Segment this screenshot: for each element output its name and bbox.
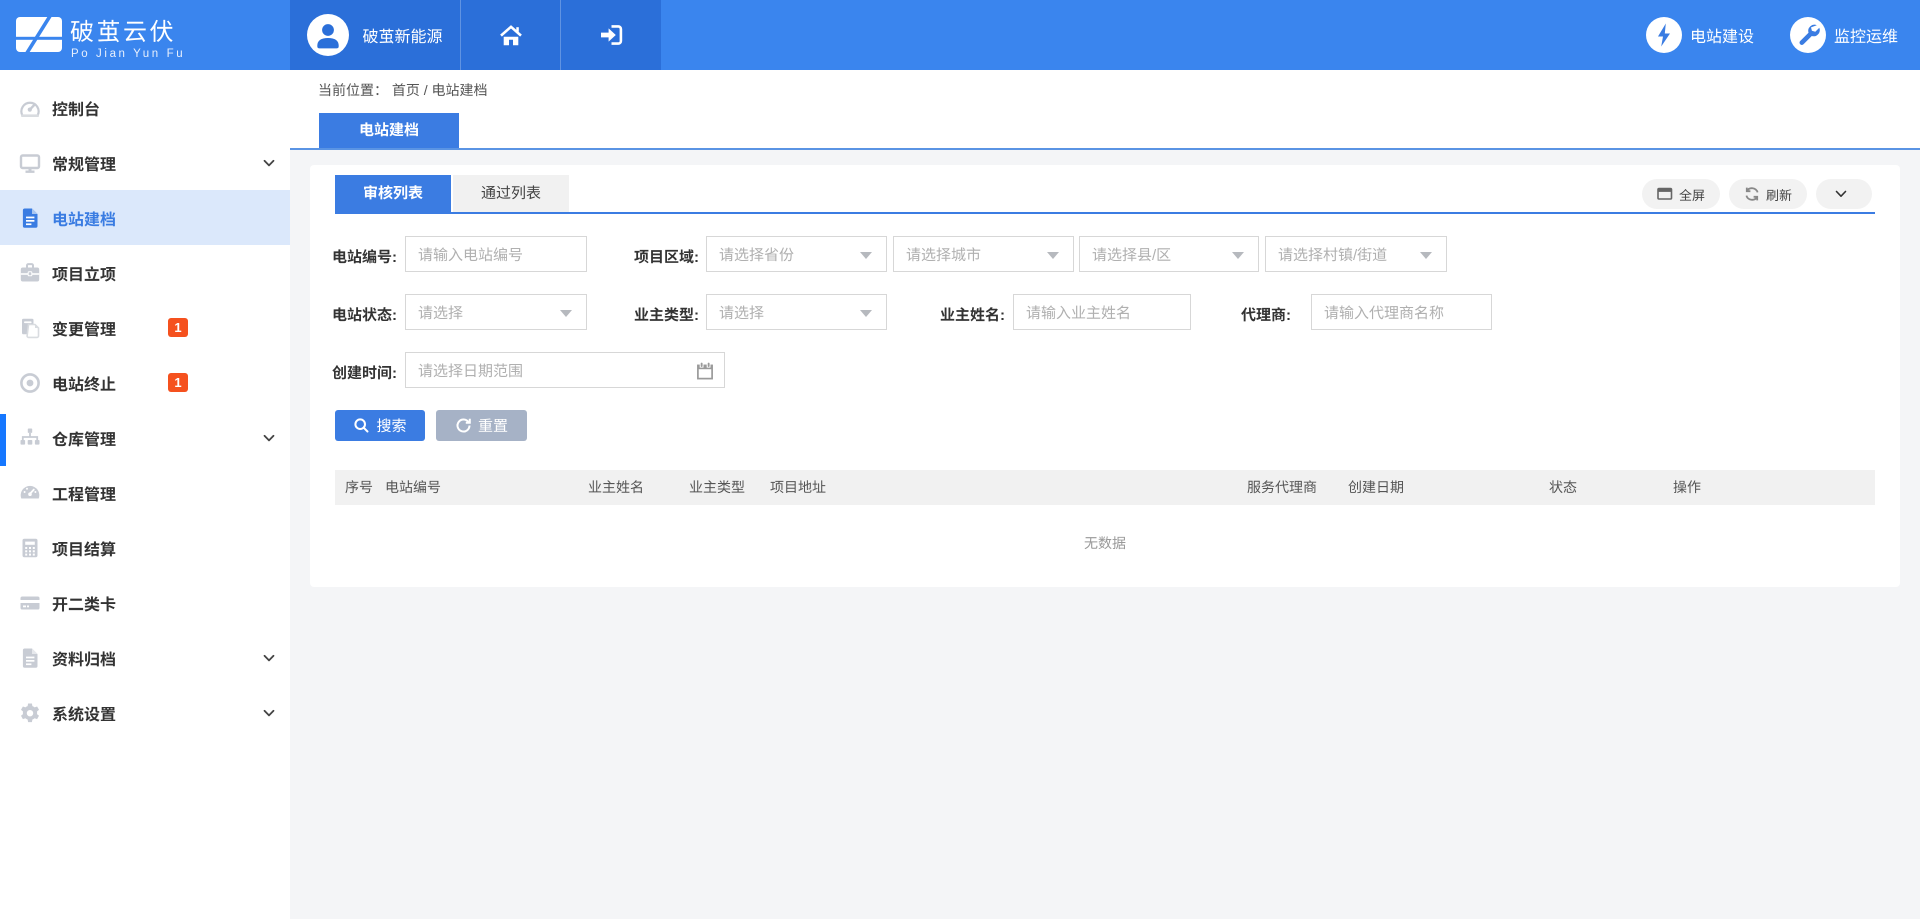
svg-text:Po Jian Yun Fu: Po Jian Yun Fu	[71, 48, 185, 60]
svg-text:破茧云伏: 破茧云伏	[70, 19, 176, 46]
